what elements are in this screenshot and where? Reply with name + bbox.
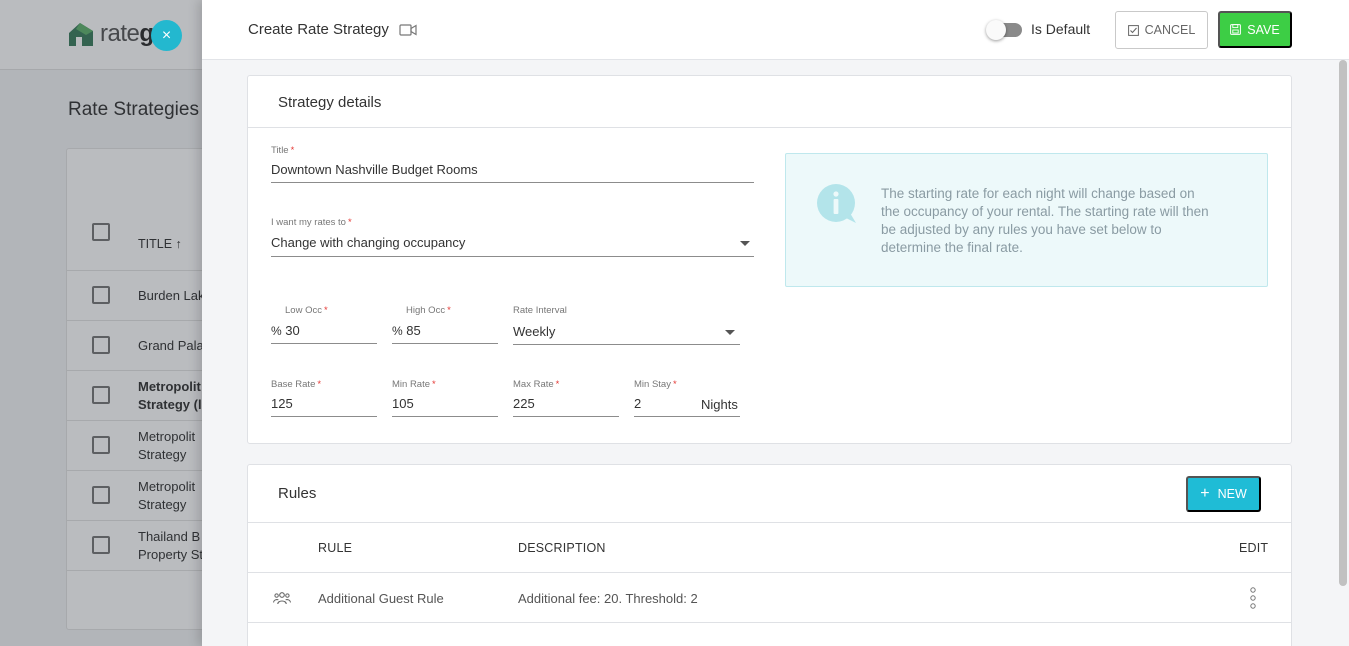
min-rate-input[interactable]: 105 xyxy=(392,394,498,417)
rate-interval-label: Rate Interval xyxy=(513,305,567,316)
rate-mode-select[interactable]: Change with changing occupancy xyxy=(271,232,754,257)
low-occ-label: Low Occ * xyxy=(285,305,328,316)
checkbox-icon xyxy=(1127,24,1139,36)
base-rate-label: Base Rate * xyxy=(271,379,322,390)
min-rate-value: 105 xyxy=(392,396,414,411)
high-occ-input[interactable]: % 85 xyxy=(392,320,498,344)
rules-title: Rules xyxy=(278,485,317,502)
strategy-details-header: Strategy details xyxy=(248,76,1291,128)
rule-name: Additional Guest Rule xyxy=(318,591,444,606)
rules-card: Rules + NEW RULE DESCRIPTION EDIT Additi… xyxy=(247,464,1292,646)
save-label: SAVE xyxy=(1247,22,1280,37)
rules-table-header: RULE DESCRIPTION EDIT xyxy=(248,523,1291,573)
min-stay-value: 2 xyxy=(634,396,642,411)
is-default-label: Is Default xyxy=(1031,21,1091,37)
min-rate-label: Min Rate * xyxy=(392,379,436,390)
max-rate-label: Max Rate * xyxy=(513,379,560,390)
info-icon xyxy=(817,184,856,223)
new-rule-button[interactable]: + NEW xyxy=(1186,476,1261,512)
close-drawer-button[interactable]: × xyxy=(151,20,182,51)
min-stay-suffix: Nights xyxy=(701,397,738,412)
create-strategy-drawer: Create Rate Strategy Is Default CANCEL S… xyxy=(202,0,1349,646)
chevron-down-icon xyxy=(725,330,735,335)
video-icon[interactable] xyxy=(399,23,417,36)
base-rate-value: 125 xyxy=(271,396,293,411)
rule-description: Additional fee: 20. Threshold: 2 xyxy=(518,591,698,606)
rules-header: Rules + NEW xyxy=(248,465,1291,523)
is-default-toggle[interactable] xyxy=(986,20,1024,40)
strategy-details-card: Strategy details Title * Downtown Nashvil… xyxy=(247,75,1292,444)
drawer-title-text: Create Rate Strategy xyxy=(248,21,389,38)
low-occ-value: % 30 xyxy=(271,323,300,338)
chevron-down-icon xyxy=(740,241,750,246)
high-occ-value: % 85 xyxy=(392,323,421,338)
drawer-header: Create Rate Strategy Is Default CANCEL S… xyxy=(202,0,1349,60)
title-value: Downtown Nashville Budget Rooms xyxy=(271,162,478,177)
title-field-label: Title * xyxy=(271,145,295,156)
rule-column-header: RULE xyxy=(318,541,353,555)
edit-column-header: EDIT xyxy=(1239,541,1269,555)
description-column-header: DESCRIPTION xyxy=(518,541,606,555)
info-text: The starting rate for each night will ch… xyxy=(881,186,1209,255)
save-icon xyxy=(1230,24,1242,35)
plus-icon: + xyxy=(1200,485,1210,502)
save-button[interactable]: SAVE xyxy=(1218,11,1292,48)
rate-mode-value: Change with changing occupancy xyxy=(271,235,466,250)
rate-interval-value: Weekly xyxy=(513,324,556,339)
info-box: The starting rate for each night will ch… xyxy=(785,153,1268,287)
drawer-title: Create Rate Strategy xyxy=(248,21,417,38)
strategy-details-title: Strategy details xyxy=(278,94,382,111)
title-input[interactable]: Downtown Nashville Budget Rooms xyxy=(271,160,754,183)
base-rate-input[interactable]: 125 xyxy=(271,394,377,417)
toggle-knob xyxy=(986,20,1006,40)
close-icon: × xyxy=(161,26,172,44)
table-row[interactable]: Additional Guest Rule Additional fee: 20… xyxy=(248,573,1291,623)
high-occ-label: High Occ * xyxy=(406,305,451,316)
cancel-label: CANCEL xyxy=(1144,23,1196,37)
mode-select-label: I want my rates to * xyxy=(271,217,352,228)
min-stay-input[interactable]: 2 Nights xyxy=(634,394,740,417)
max-rate-value: 225 xyxy=(513,396,535,411)
more-vertical-icon[interactable] xyxy=(1249,587,1257,609)
min-stay-label: Min Stay * xyxy=(634,379,677,390)
cancel-button[interactable]: CANCEL xyxy=(1115,11,1208,49)
guests-icon xyxy=(273,592,291,605)
scrollbar[interactable] xyxy=(1339,60,1347,586)
new-rule-label: NEW xyxy=(1217,487,1247,501)
rate-interval-select[interactable]: Weekly xyxy=(513,320,740,345)
max-rate-input[interactable]: 225 xyxy=(513,394,619,417)
low-occ-input[interactable]: % 30 xyxy=(271,320,377,344)
